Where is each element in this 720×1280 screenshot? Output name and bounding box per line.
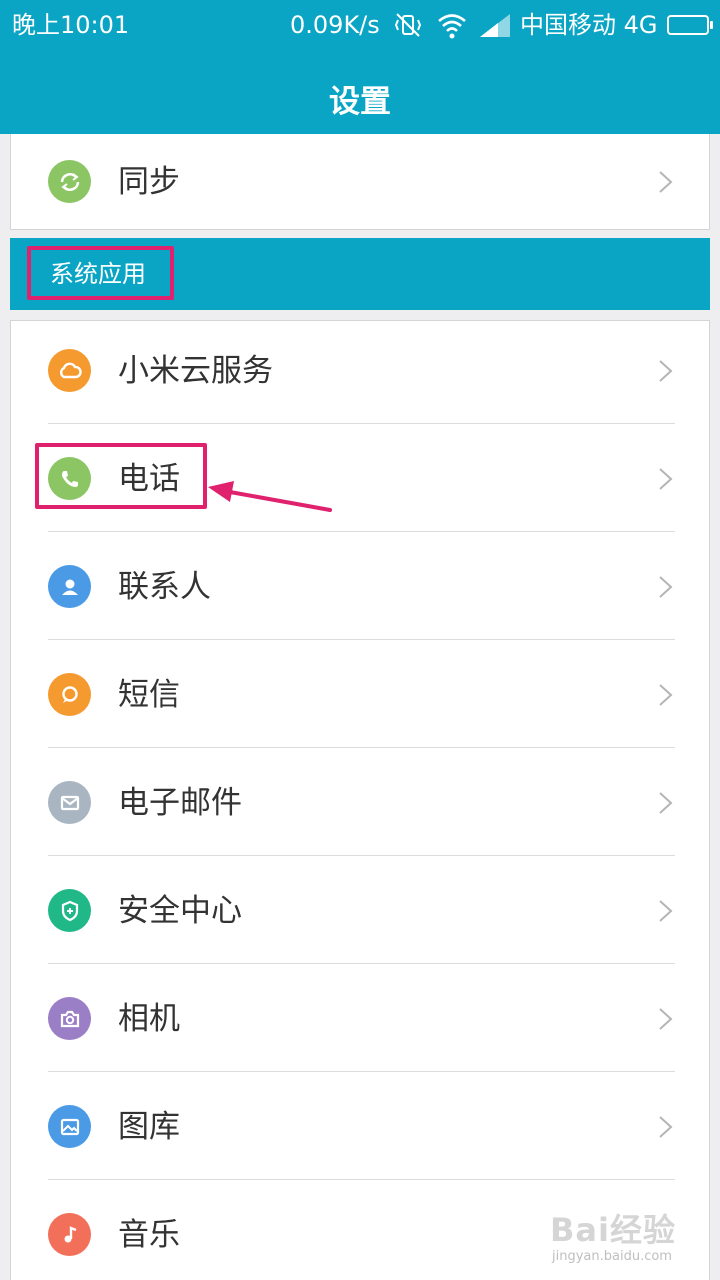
wifi-icon: [438, 14, 466, 39]
settings-item-gallery[interactable]: 图库: [11, 1072, 709, 1180]
watermark-text: Bai经验: [550, 1211, 676, 1249]
page-title: 设置: [329, 84, 391, 120]
settings-item-label: 小米云服务: [118, 353, 273, 389]
gallery-icon: [48, 1105, 91, 1148]
chevron-right-icon: [659, 468, 673, 490]
email-icon: [48, 781, 91, 824]
message-icon: [48, 673, 91, 716]
watermark: Bai经验 jingyan.baidu.com: [550, 1205, 700, 1270]
chevron-right-icon: [659, 360, 673, 382]
settings-item-label: 音乐: [118, 1217, 180, 1253]
signal-icon: [480, 14, 510, 37]
sync-icon: [48, 160, 91, 203]
section-header: 系统应用: [10, 238, 710, 310]
contact-icon: [48, 565, 91, 608]
chevron-right-icon: [659, 792, 673, 814]
settings-item-sms[interactable]: 短信: [11, 640, 709, 748]
cloud-icon: [48, 349, 91, 392]
chevron-right-icon: [659, 171, 673, 193]
chevron-right-icon: [659, 1008, 673, 1030]
settings-item-security-center[interactable]: 安全中心: [11, 856, 709, 964]
chevron-right-icon: [659, 900, 673, 922]
settings-item-label: 同步: [118, 164, 180, 200]
settings-item-label: 安全中心: [118, 893, 242, 929]
arrow-annotation: [208, 481, 332, 512]
settings-item-label: 图库: [118, 1109, 180, 1145]
chevron-right-icon: [659, 576, 673, 598]
status-time: 晚上10:01: [12, 11, 130, 39]
vibrate-off-icon: [394, 13, 422, 37]
settings-item-mi-cloud[interactable]: 小米云服务: [11, 321, 709, 429]
watermark-url: jingyan.baidu.com: [552, 1249, 672, 1264]
settings-item-contacts[interactable]: 联系人: [11, 532, 709, 640]
settings-item-label: 电子邮件: [118, 785, 242, 821]
sync-card: 同步: [10, 134, 710, 230]
top-bar: 晚上10:01 0.09K/s 中国移动 4G 设置: [0, 0, 720, 134]
settings-item-label: 相机: [118, 1001, 180, 1037]
carrier-label: 中国移动 4G: [520, 11, 658, 39]
chevron-right-icon: [659, 684, 673, 706]
settings-item-camera[interactable]: 相机: [11, 964, 709, 1072]
camera-icon: [48, 997, 91, 1040]
settings-item-label: 短信: [118, 677, 180, 713]
settings-item-sync[interactable]: 同步: [11, 134, 709, 230]
shield-icon: [48, 889, 91, 932]
system-apps-card: 小米云服务 电话 联系人 短信 电子邮件 安全中心 相机 图库 音乐: [10, 320, 710, 1280]
highlight-box: [27, 246, 174, 300]
settings-item-label: 联系人: [118, 569, 211, 605]
highlight-box: [35, 443, 207, 509]
status-bar: 晚上10:01 0.09K/s 中国移动 4G: [0, 0, 720, 50]
music-icon: [48, 1213, 91, 1256]
battery-icon: [667, 15, 713, 35]
settings-item-email[interactable]: 电子邮件: [11, 748, 709, 856]
chevron-right-icon: [659, 1116, 673, 1138]
network-speed: 0.09K/s: [290, 11, 380, 39]
